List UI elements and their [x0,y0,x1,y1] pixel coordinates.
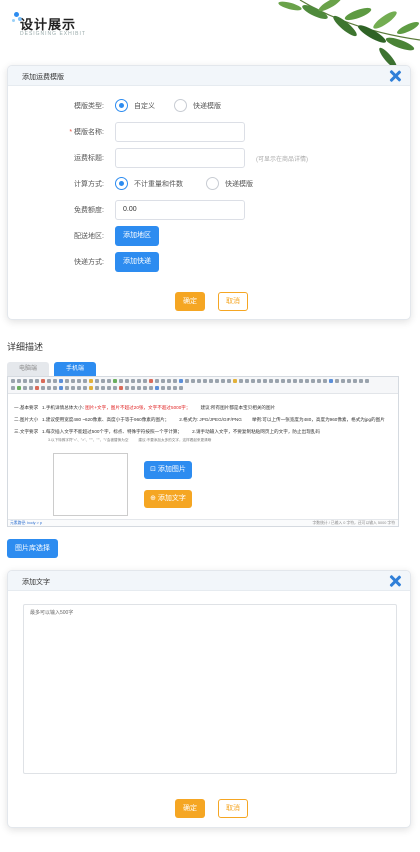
freight-title-label: 运费标题: [74,155,104,162]
tab-mobile[interactable]: 手机端 [54,362,96,376]
image-icon: ⊡ [150,466,158,473]
editor-line-1: 一.基本要求 1.手机详情总体大小: 图片+文字，图片不超过20张，文字不超过50… [14,405,276,410]
char-count: 字数统计 / 已输入 0 字符，还可以输入 5000 字符 [312,521,396,525]
radio-custom[interactable] [115,99,128,112]
editor-line-3: 三.文字要求 1.每次插入文字不能超过500个字，标点、特殊字符按照一个字计算； 2… [14,429,320,434]
radio-no-weight[interactable] [115,177,128,190]
free-quota-label: 免费额度: [74,207,104,214]
close-icon[interactable] [388,69,402,83]
toolbar-row-1[interactable] [11,379,395,384]
leaves-decoration-icon [260,0,420,72]
editor-line-4: 3.以下特殊字符"<"、">"、"""、"'"、"\"会被替换为空 建议:不要添加… [48,438,212,442]
editor-toolbar[interactable] [8,377,398,394]
modal-header: 添加文字 [8,571,410,591]
radio-calc-express-label[interactable]: 快递模版 [225,179,253,189]
cancel-button[interactable]: 取消 [218,799,248,818]
radio-calc-express[interactable] [206,177,219,190]
radio-custom-label[interactable]: 自定义 [134,101,155,111]
free-quota-row: 免费额度: 0.00 [8,200,410,220]
radio-express-template[interactable] [174,99,187,112]
rich-text-editor[interactable]: 一.基本要求 1.手机详情总体大小: 图片+文字，图片不超过20张，文字不超过50… [7,376,399,527]
freight-title-row: 运费标题: (可显示在商品详情) [8,148,410,168]
text-input-area[interactable]: 最多可以输入500字 [23,604,397,774]
free-quota-input[interactable]: 0.00 [115,200,245,220]
delivery-area-label: 配送地区: [74,233,104,240]
template-type-label: 模版类型: [74,103,104,110]
editor-line-2: 二.图片大小 1.建议使用宽度480 ~620像素、高度小于等于960像素的图片；… [14,417,385,422]
add-image-button[interactable]: ⊡ 添加图片 [144,461,192,479]
editor-status-bar: 元素路径: body > p 字数统计 / 已输入 0 字符，还可以输入 500… [8,519,398,526]
brand-subtitle: DESIGNING EXHIBIT [20,31,86,37]
brand-logo: 设计展示 DESIGNING EXHIBIT [12,12,152,40]
template-name-row: * 模版名称: [8,122,410,142]
tab-desktop[interactable]: 电脑端 [7,362,49,376]
add-area-button[interactable]: 添加地区 [115,226,159,246]
confirm-button[interactable]: 确定 [175,292,205,311]
calc-method-row: 计算方式: 不计重量和件数 快递模版 [8,174,410,194]
express-method-row: 快递方式: 添加快递 [8,252,410,272]
template-type-row: 模版类型: 自定义 快递模版 [8,96,410,116]
add-text-modal: 添加文字 最多可以输入500字 确定 取消 [7,570,411,828]
confirm-button[interactable]: 确定 [175,799,205,818]
calc-method-label: 计算方式: [74,181,104,188]
modal-title: 添加文字 [22,579,50,586]
radio-express-template-label[interactable]: 快递模版 [193,101,221,111]
delivery-area-row: 配送地区: 添加地区 [8,226,410,246]
modal-title: 添加运费模版 [22,74,64,81]
element-path: 元素路径: body > p [10,521,42,525]
detail-section-title: 详细描述 [7,342,44,352]
modal-header: 添加运费模版 [8,66,410,86]
text-icon: ⊕ [150,495,158,502]
required-asterisk-icon: * [69,129,73,136]
freight-title-input[interactable] [115,148,245,168]
freight-title-hint: (可显示在商品详情) [256,157,308,163]
close-icon[interactable] [388,574,402,588]
cancel-button[interactable]: 取消 [218,292,248,311]
image-gallery-button[interactable]: 图片库选择 [7,539,58,558]
freight-template-modal: 添加运费模版 模版类型: 自定义 快递模版 * 模版名称: 运费标题: (可显示在… [7,65,411,320]
toolbar-row-2[interactable] [11,386,395,391]
add-text-button[interactable]: ⊕ 添加文字 [144,490,192,508]
template-name-label: * 模版名称: [69,129,104,136]
radio-no-weight-label[interactable]: 不计重量和件数 [134,179,183,189]
add-express-button[interactable]: 添加快递 [115,252,159,272]
template-name-input[interactable] [115,122,245,142]
express-method-label: 快递方式: [74,259,104,266]
image-preview-box[interactable] [53,453,128,516]
